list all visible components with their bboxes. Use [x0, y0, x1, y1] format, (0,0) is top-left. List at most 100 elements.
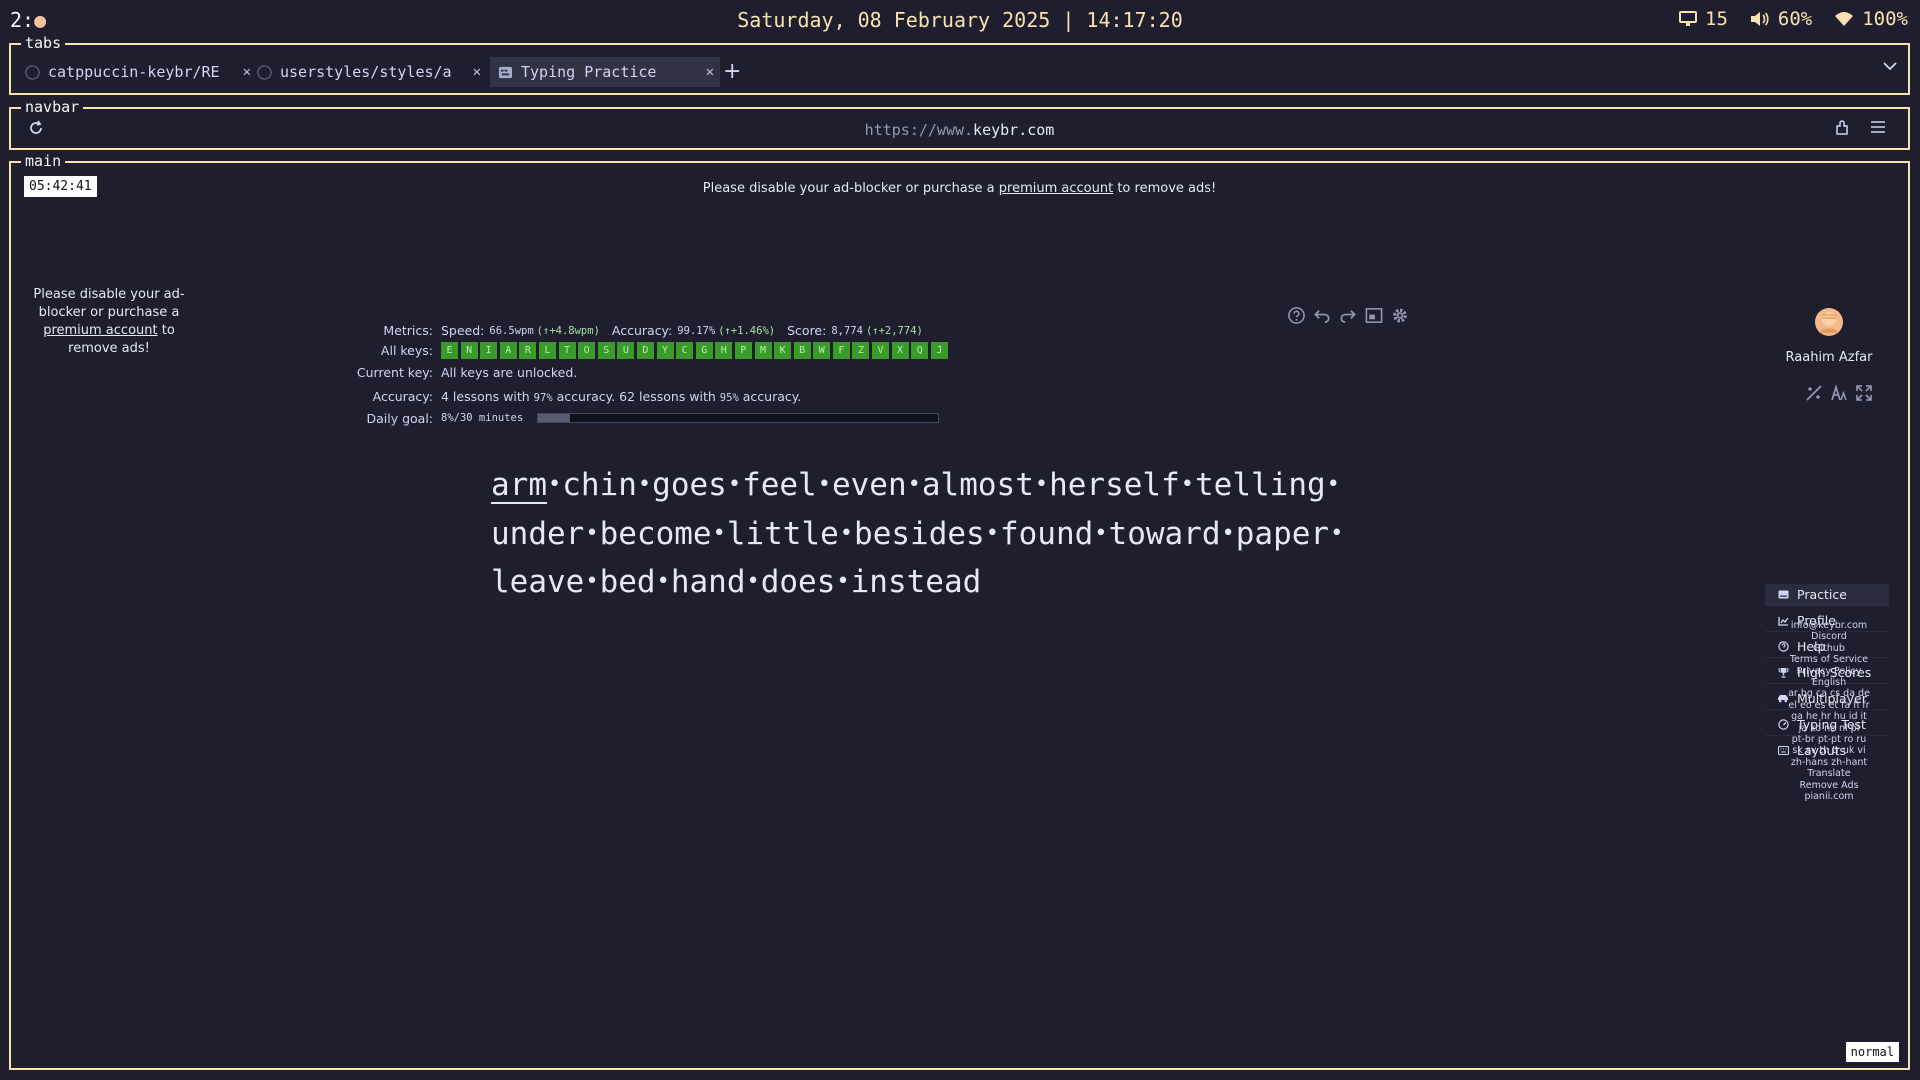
- speed-delta: (↑+4.8wpm): [536, 324, 600, 337]
- typing-word: little: [726, 515, 839, 552]
- redo-icon[interactable]: [1338, 306, 1358, 325]
- avatar[interactable]: [1813, 306, 1845, 338]
- space-marker: •: [727, 472, 742, 497]
- tab-title: userstyles/styles/arch: [280, 63, 452, 81]
- accuracy-value: 99.17%: [677, 324, 716, 337]
- key-box: R: [519, 342, 537, 359]
- monitor-icon: [1679, 11, 1698, 26]
- ad-notice-side: Please disable your ad-blocker or purcha…: [24, 286, 194, 358]
- footer-link[interactable]: el eo es et fa fi fr: [1765, 700, 1893, 711]
- footer-link[interactable]: ga he hr hu id it: [1765, 711, 1893, 722]
- close-tab-button[interactable]: ✕: [706, 64, 714, 80]
- daily-goal-row: Daily goal: 8%/30 minutes: [366, 411, 940, 426]
- footer-link[interactable]: zh-hans zh-hant: [1765, 757, 1893, 768]
- footer-link[interactable]: sk sv th tr uk vi: [1765, 745, 1893, 756]
- key-box: C: [676, 342, 694, 359]
- speed-value: 66.5wpm: [489, 324, 534, 337]
- close-tab-button[interactable]: ✕: [243, 64, 251, 80]
- sidebar-toolbar: [1805, 384, 1873, 402]
- practice-toolbar: [1287, 306, 1410, 325]
- premium-account-link[interactable]: premium account: [999, 181, 1113, 196]
- sidebar-item-practice[interactable]: Practice: [1765, 584, 1889, 606]
- typing-word: found: [999, 515, 1094, 552]
- footer-link[interactable]: English: [1765, 677, 1893, 688]
- tab-typing-practice[interactable]: Typing Practice ✕: [490, 57, 720, 87]
- typing-word: leave: [491, 564, 585, 600]
- space-marker: •: [1180, 472, 1195, 497]
- typing-word: chin: [562, 467, 637, 503]
- wifi-indicator[interactable]: 100%: [1834, 8, 1908, 30]
- ad-notice-top: Please disable your ad-blocker or purcha…: [11, 181, 1908, 196]
- footer-link[interactable]: pt-br pt-pt ro ru: [1765, 734, 1893, 745]
- footer-link[interactable]: Github: [1765, 643, 1893, 654]
- key-box: F: [832, 342, 850, 359]
- chevron-down-icon[interactable]: [1882, 58, 1898, 74]
- key-box: T: [558, 342, 576, 359]
- key-box: I: [480, 342, 498, 359]
- metrics-label: Metrics:: [383, 323, 433, 338]
- key-box: N: [460, 342, 478, 359]
- space-marker: •: [548, 472, 562, 497]
- footer-link[interactable]: ja ko ne nl pl: [1765, 723, 1893, 734]
- key-box: E: [441, 342, 458, 359]
- space-marker: •: [817, 472, 831, 497]
- space-marker: •: [656, 569, 670, 594]
- theme-icon[interactable]: [1805, 384, 1823, 402]
- ad-text: Please disable your ad-blocker or purcha…: [33, 287, 185, 320]
- sidebar-footer: info@keybr.com Discord Github Terms of Serv…: [1765, 620, 1893, 803]
- font-size-icon[interactable]: [1830, 384, 1848, 402]
- current-key-row: Current key: All keys are unlocked.: [357, 365, 577, 380]
- typing-word: does: [760, 564, 836, 600]
- typing-word: besides: [854, 515, 985, 552]
- footer-link[interactable]: ar bg ca cs da de: [1765, 688, 1893, 699]
- volume-indicator[interactable]: 60%: [1750, 8, 1812, 30]
- footer-link[interactable]: Translate: [1765, 768, 1893, 779]
- key-box: X: [891, 342, 909, 359]
- undo-icon[interactable]: [1312, 306, 1332, 325]
- typing-line: leave•bed•hand•does•instead: [491, 560, 1371, 609]
- url-host: keybr.com: [973, 121, 1055, 139]
- tab-catppuccin-keybr[interactable]: catppuccin-keybr/README ✕: [25, 57, 257, 87]
- gear-icon[interactable]: [1390, 306, 1410, 325]
- tabs-frame: tabs catppuccin-keybr/README ✕ userstyle…: [9, 35, 1910, 95]
- tab-userstyles[interactable]: userstyles/styles/arch ✕: [257, 57, 487, 87]
- footer-link[interactable]: Discord: [1765, 631, 1893, 642]
- new-tab-button[interactable]: +: [723, 59, 741, 84]
- footer-link[interactable]: pianii.com: [1765, 791, 1893, 802]
- premium-account-link[interactable]: premium account: [43, 323, 157, 338]
- close-tab-button[interactable]: ✕: [473, 64, 481, 80]
- typing-line: under•become•little•besides•found•toward…: [491, 512, 1371, 561]
- key-box: B: [793, 342, 811, 359]
- volume-level: 60%: [1777, 8, 1813, 30]
- keyboard-icon: [1776, 590, 1790, 599]
- typing-word: hand: [670, 564, 746, 600]
- typing-word: bed: [599, 564, 656, 600]
- url-bar[interactable]: https://www.keybr.com: [11, 121, 1908, 139]
- footer-link[interactable]: info@keybr.com: [1765, 620, 1893, 631]
- hamburger-menu-icon[interactable]: [1870, 120, 1886, 134]
- key-box: U: [617, 342, 635, 359]
- typing-word: paper: [1235, 515, 1330, 552]
- fullscreen-icon[interactable]: [1364, 306, 1384, 325]
- updates-indicator[interactable]: 15: [1679, 8, 1728, 30]
- help-icon[interactable]: [1287, 306, 1306, 325]
- tab-title: Typing Practice: [521, 63, 657, 81]
- navbar-frame: navbar https://www.keybr.com: [9, 99, 1910, 150]
- score-value: 8,774: [831, 324, 863, 337]
- key-box: Q: [911, 342, 929, 359]
- space-marker: •: [836, 569, 850, 594]
- space-marker: •: [1094, 520, 1108, 546]
- typing-word: almost: [921, 467, 1034, 503]
- key-box: K: [774, 342, 792, 359]
- typing-word: telling: [1195, 467, 1326, 503]
- typing-text-area[interactable]: arm•chin•goes•feel•even•almost•herself•t…: [491, 463, 1371, 609]
- key-box: O: [578, 342, 596, 359]
- footer-link[interactable]: Terms of Service: [1765, 654, 1893, 665]
- space-marker: •: [1330, 520, 1344, 546]
- typing-word: instead: [850, 564, 982, 600]
- footer-link[interactable]: Privacy Policy: [1765, 666, 1893, 677]
- expand-icon[interactable]: [1855, 384, 1873, 402]
- footer-link[interactable]: Remove Ads: [1765, 780, 1893, 791]
- ad-text: to remove ads!: [1113, 181, 1217, 196]
- puzzle-icon[interactable]: [1834, 119, 1852, 137]
